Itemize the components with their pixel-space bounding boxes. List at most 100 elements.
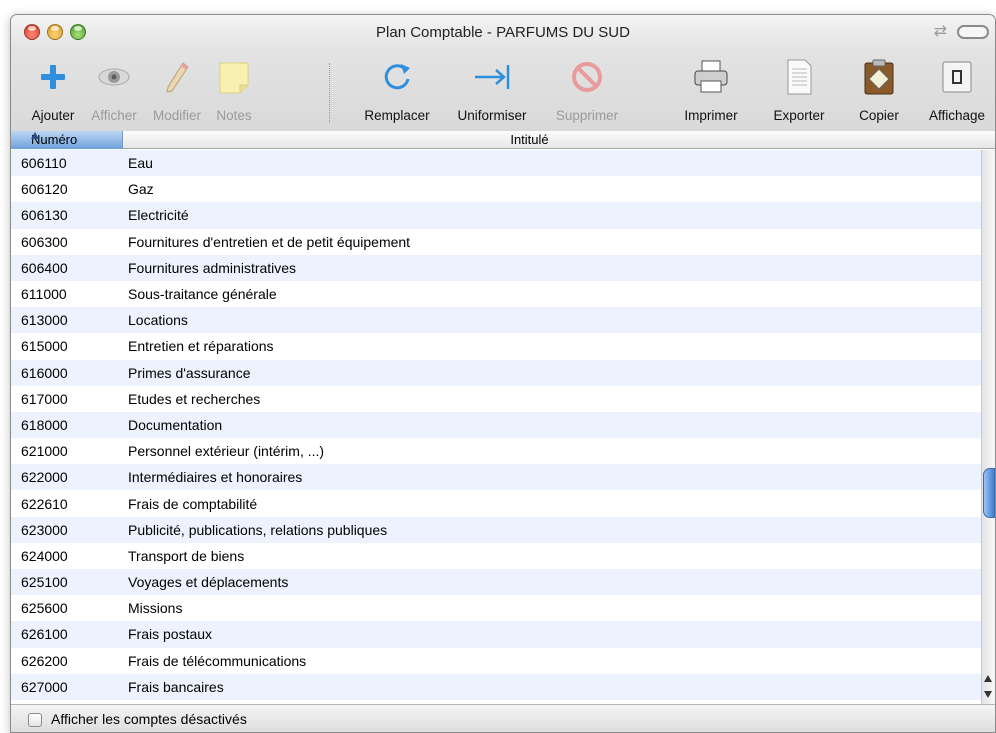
- uniformiser-button[interactable]: Uniformiser: [449, 51, 535, 131]
- arrow-to-bar-icon: [475, 65, 510, 89]
- show-deactivated-checkbox[interactable]: [28, 713, 42, 727]
- cell-numero: 626200: [21, 652, 68, 669]
- cell-intitule: Voyages et déplacements: [128, 574, 289, 591]
- show-deactivated-label[interactable]: Afficher les comptes désactivés: [51, 711, 247, 727]
- cell-intitule: Personnel extérieur (intérim, ...): [128, 443, 325, 460]
- cell-intitule: Intermédiaires et honoraires: [128, 469, 303, 486]
- cell-numero: 615000: [21, 338, 68, 355]
- imprimer-label: Imprimer: [684, 108, 738, 123]
- window-chrome: Plan Comptable - PARFUMS DU SUD ⇄ Ajoute…: [11, 15, 995, 131]
- table-row[interactable]: 611000 Sous-traitance générale: [11, 280, 981, 308]
- cell-numero: 622000: [21, 469, 68, 486]
- cell-numero: 616000: [21, 364, 68, 381]
- cell-numero: 627000: [21, 678, 68, 695]
- table-row[interactable]: 606120 Gaz: [11, 176, 981, 203]
- cell-numero: 624000: [21, 547, 68, 564]
- table-row[interactable]: 622000 Intermédiaires et honoraires: [11, 464, 981, 491]
- supprimer-button[interactable]: Supprimer: [549, 51, 625, 131]
- table-row[interactable]: 606400 Fournitures administratives: [11, 254, 981, 281]
- table-row[interactable]: 623000 Publicité, publications, relations…: [11, 516, 981, 543]
- affichage-label: Affichage: [928, 108, 986, 123]
- cell-intitule: Sous-traitance générale: [128, 286, 277, 303]
- eye-icon: [98, 68, 130, 86]
- table-row[interactable]: 626200 Frais de télécommunications: [11, 647, 981, 674]
- table-row[interactable]: 621000 Personnel extérieur (intérim, ...): [11, 438, 981, 465]
- modifier-button[interactable]: Modifier: [149, 51, 205, 131]
- scroll-down-arrow-icon[interactable]: [984, 691, 992, 698]
- cell-numero: 626100: [21, 626, 68, 643]
- remplacer-label: Remplacer: [364, 108, 430, 123]
- cell-numero: 606130: [21, 207, 68, 224]
- swap-arrows-icon[interactable]: ⇄: [934, 24, 947, 40]
- cell-intitule: Frais de comptabilité: [128, 495, 258, 512]
- table-row[interactable]: 625600 Missions: [11, 595, 981, 622]
- accounts-table: Numéro Intitulé 606110 Eau 606120 Gaz 6061…: [11, 131, 995, 706]
- plus-icon: [41, 65, 65, 89]
- remplacer-button[interactable]: Remplacer: [359, 51, 435, 131]
- cell-numero: 613000: [21, 312, 68, 329]
- footer-bar: Afficher les comptes désactivés: [11, 704, 995, 732]
- notes-label: Notes: [216, 108, 252, 123]
- toolbar: Ajouter Afficher Modifier Notes Remplace…: [11, 51, 995, 131]
- cell-intitule: Frais de télécommunications: [128, 652, 307, 669]
- display-icon: [942, 61, 972, 93]
- scroll-up-arrow-icon[interactable]: [984, 675, 992, 682]
- copier-label: Copier: [859, 108, 899, 123]
- cell-intitule: Fournitures d'entretien et de petit équi…: [128, 233, 411, 250]
- sticky-note-icon: [219, 62, 249, 94]
- cell-numero: 625600: [21, 600, 68, 617]
- table-row[interactable]: 618000 Documentation: [11, 411, 981, 439]
- cell-intitule: Transport de biens: [128, 547, 245, 564]
- table-row[interactable]: 616000 Primes d'assurance: [11, 359, 981, 386]
- table-body: 606110 Eau 606120 Gaz 606130 Electricité 60…: [11, 150, 981, 706]
- sort-ascending-icon: [31, 132, 39, 139]
- supprimer-label: Supprimer: [555, 108, 619, 123]
- cell-numero: 625100: [21, 574, 68, 591]
- cell-numero: 606300: [21, 233, 68, 250]
- cell-numero: 606400: [21, 259, 68, 276]
- copier-button[interactable]: Copier: [851, 51, 907, 131]
- title-bar[interactable]: Plan Comptable - PARFUMS DU SUD ⇄: [11, 15, 995, 51]
- cell-intitule: Locations: [128, 312, 188, 329]
- cell-intitule: Frais bancaires: [128, 678, 224, 695]
- vertical-scrollbar[interactable]: [981, 150, 995, 706]
- table-row[interactable]: 624000 Transport de biens: [11, 542, 981, 569]
- clipboard-icon: [864, 59, 894, 95]
- cell-intitule: Primes d'assurance: [128, 364, 251, 381]
- imprimer-button[interactable]: Imprimer: [677, 51, 745, 131]
- table-row[interactable]: 613000 Locations: [11, 307, 981, 334]
- table-row[interactable]: 625100 Voyages et déplacements: [11, 569, 981, 596]
- table-row[interactable]: 615000 Entretien et réparations: [11, 333, 981, 360]
- column-header-intitule[interactable]: Intitulé: [124, 132, 995, 147]
- table-row[interactable]: 617000 Etudes et recherches: [11, 385, 981, 412]
- cell-intitule: Frais postaux: [128, 626, 213, 643]
- table-row[interactable]: 626100 Frais postaux: [11, 621, 981, 648]
- cell-numero: 617000: [21, 390, 68, 407]
- main-window: Plan Comptable - PARFUMS DU SUD ⇄ Ajoute…: [10, 14, 996, 733]
- document-icon: [787, 59, 812, 95]
- toolbar-toggle-button[interactable]: [957, 25, 989, 39]
- cell-numero: 621000: [21, 443, 68, 460]
- ajouter-button[interactable]: Ajouter: [25, 51, 81, 131]
- table-row[interactable]: 606130 Electricité: [11, 202, 981, 229]
- table-row[interactable]: 606300 Fournitures d'entretien et de peti…: [11, 228, 981, 255]
- table-row[interactable]: 622610 Frais de comptabilité: [11, 490, 981, 517]
- notes-button[interactable]: Notes: [209, 51, 259, 131]
- afficher-button[interactable]: Afficher: [86, 51, 142, 131]
- cell-numero: 618000: [21, 416, 68, 433]
- cell-intitule: Entretien et réparations: [128, 338, 274, 355]
- exporter-button[interactable]: Exporter: [765, 51, 833, 131]
- column-header-numero[interactable]: Numéro: [11, 131, 123, 149]
- affichage-button[interactable]: Affichage: [925, 51, 989, 131]
- refresh-icon: [384, 64, 410, 90]
- table-row[interactable]: 606110 Eau: [11, 150, 981, 177]
- cell-intitule: Electricité: [128, 207, 189, 224]
- exporter-label: Exporter: [773, 108, 825, 123]
- cell-intitule: Eau: [128, 155, 153, 172]
- scrollbar-thumb[interactable]: [983, 468, 995, 518]
- cell-intitule: Fournitures administratives: [128, 259, 297, 276]
- cell-numero: 606110: [21, 155, 67, 172]
- uniformiser-label: Uniformiser: [457, 108, 527, 123]
- table-row[interactable]: 627000 Frais bancaires: [11, 673, 981, 700]
- printer-icon: [694, 60, 728, 93]
